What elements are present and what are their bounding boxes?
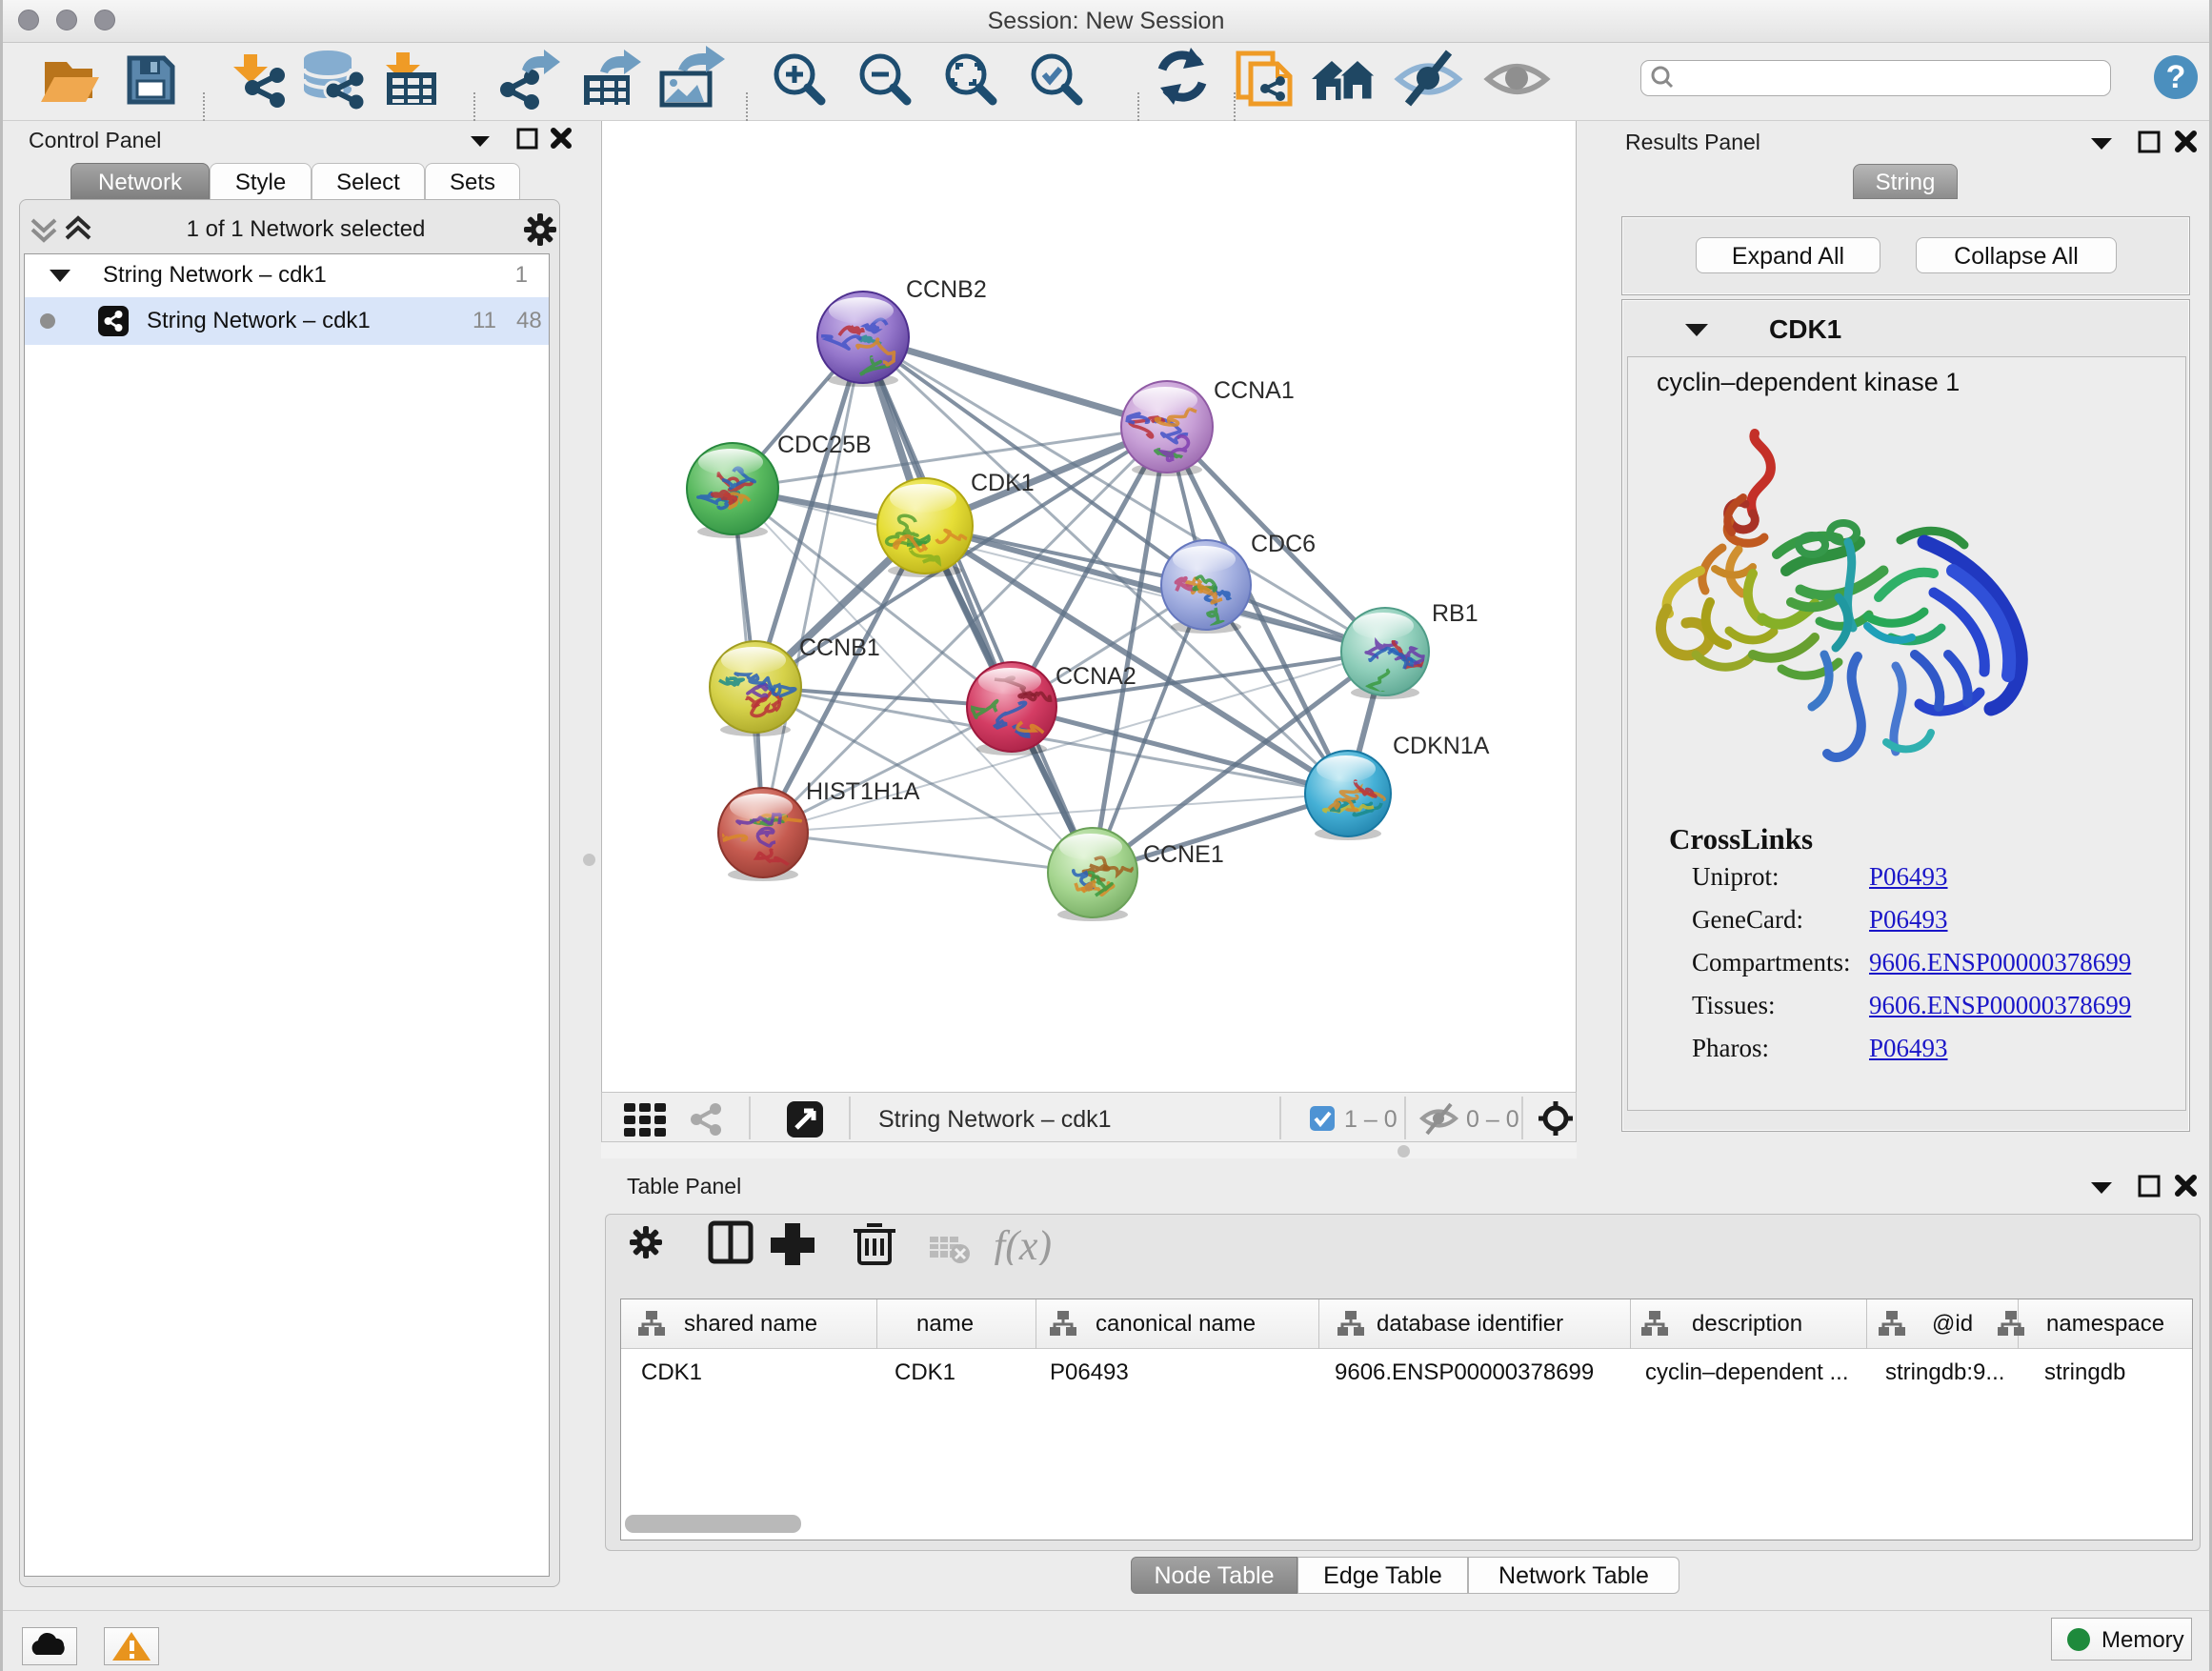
svg-text:String Network – cdk1: String Network – cdk1 bbox=[878, 1106, 1112, 1133]
svg-text:CDC6: CDC6 bbox=[1251, 531, 1316, 557]
svg-text:CCNA2: CCNA2 bbox=[1056, 663, 1136, 690]
svg-text:HIST1H1A: HIST1H1A bbox=[806, 778, 920, 805]
svg-text:CCNA1: CCNA1 bbox=[1214, 377, 1295, 404]
svg-text:1 – 0: 1 – 0 bbox=[1344, 1106, 1398, 1133]
svg-text:CDKN1A: CDKN1A bbox=[1393, 733, 1490, 759]
svg-text:CCNB1: CCNB1 bbox=[799, 634, 880, 661]
svg-text:f(x): f(x) bbox=[994, 1222, 1052, 1265]
svg-text:CCNB2: CCNB2 bbox=[906, 276, 987, 303]
svg-text:0 – 0: 0 – 0 bbox=[1466, 1106, 1519, 1133]
svg-text:CCNE1: CCNE1 bbox=[1143, 841, 1224, 868]
svg-text:CDC25B: CDC25B bbox=[777, 432, 872, 458]
svg-text:RB1: RB1 bbox=[1432, 600, 1478, 627]
svg-text:CDK1: CDK1 bbox=[971, 470, 1035, 496]
